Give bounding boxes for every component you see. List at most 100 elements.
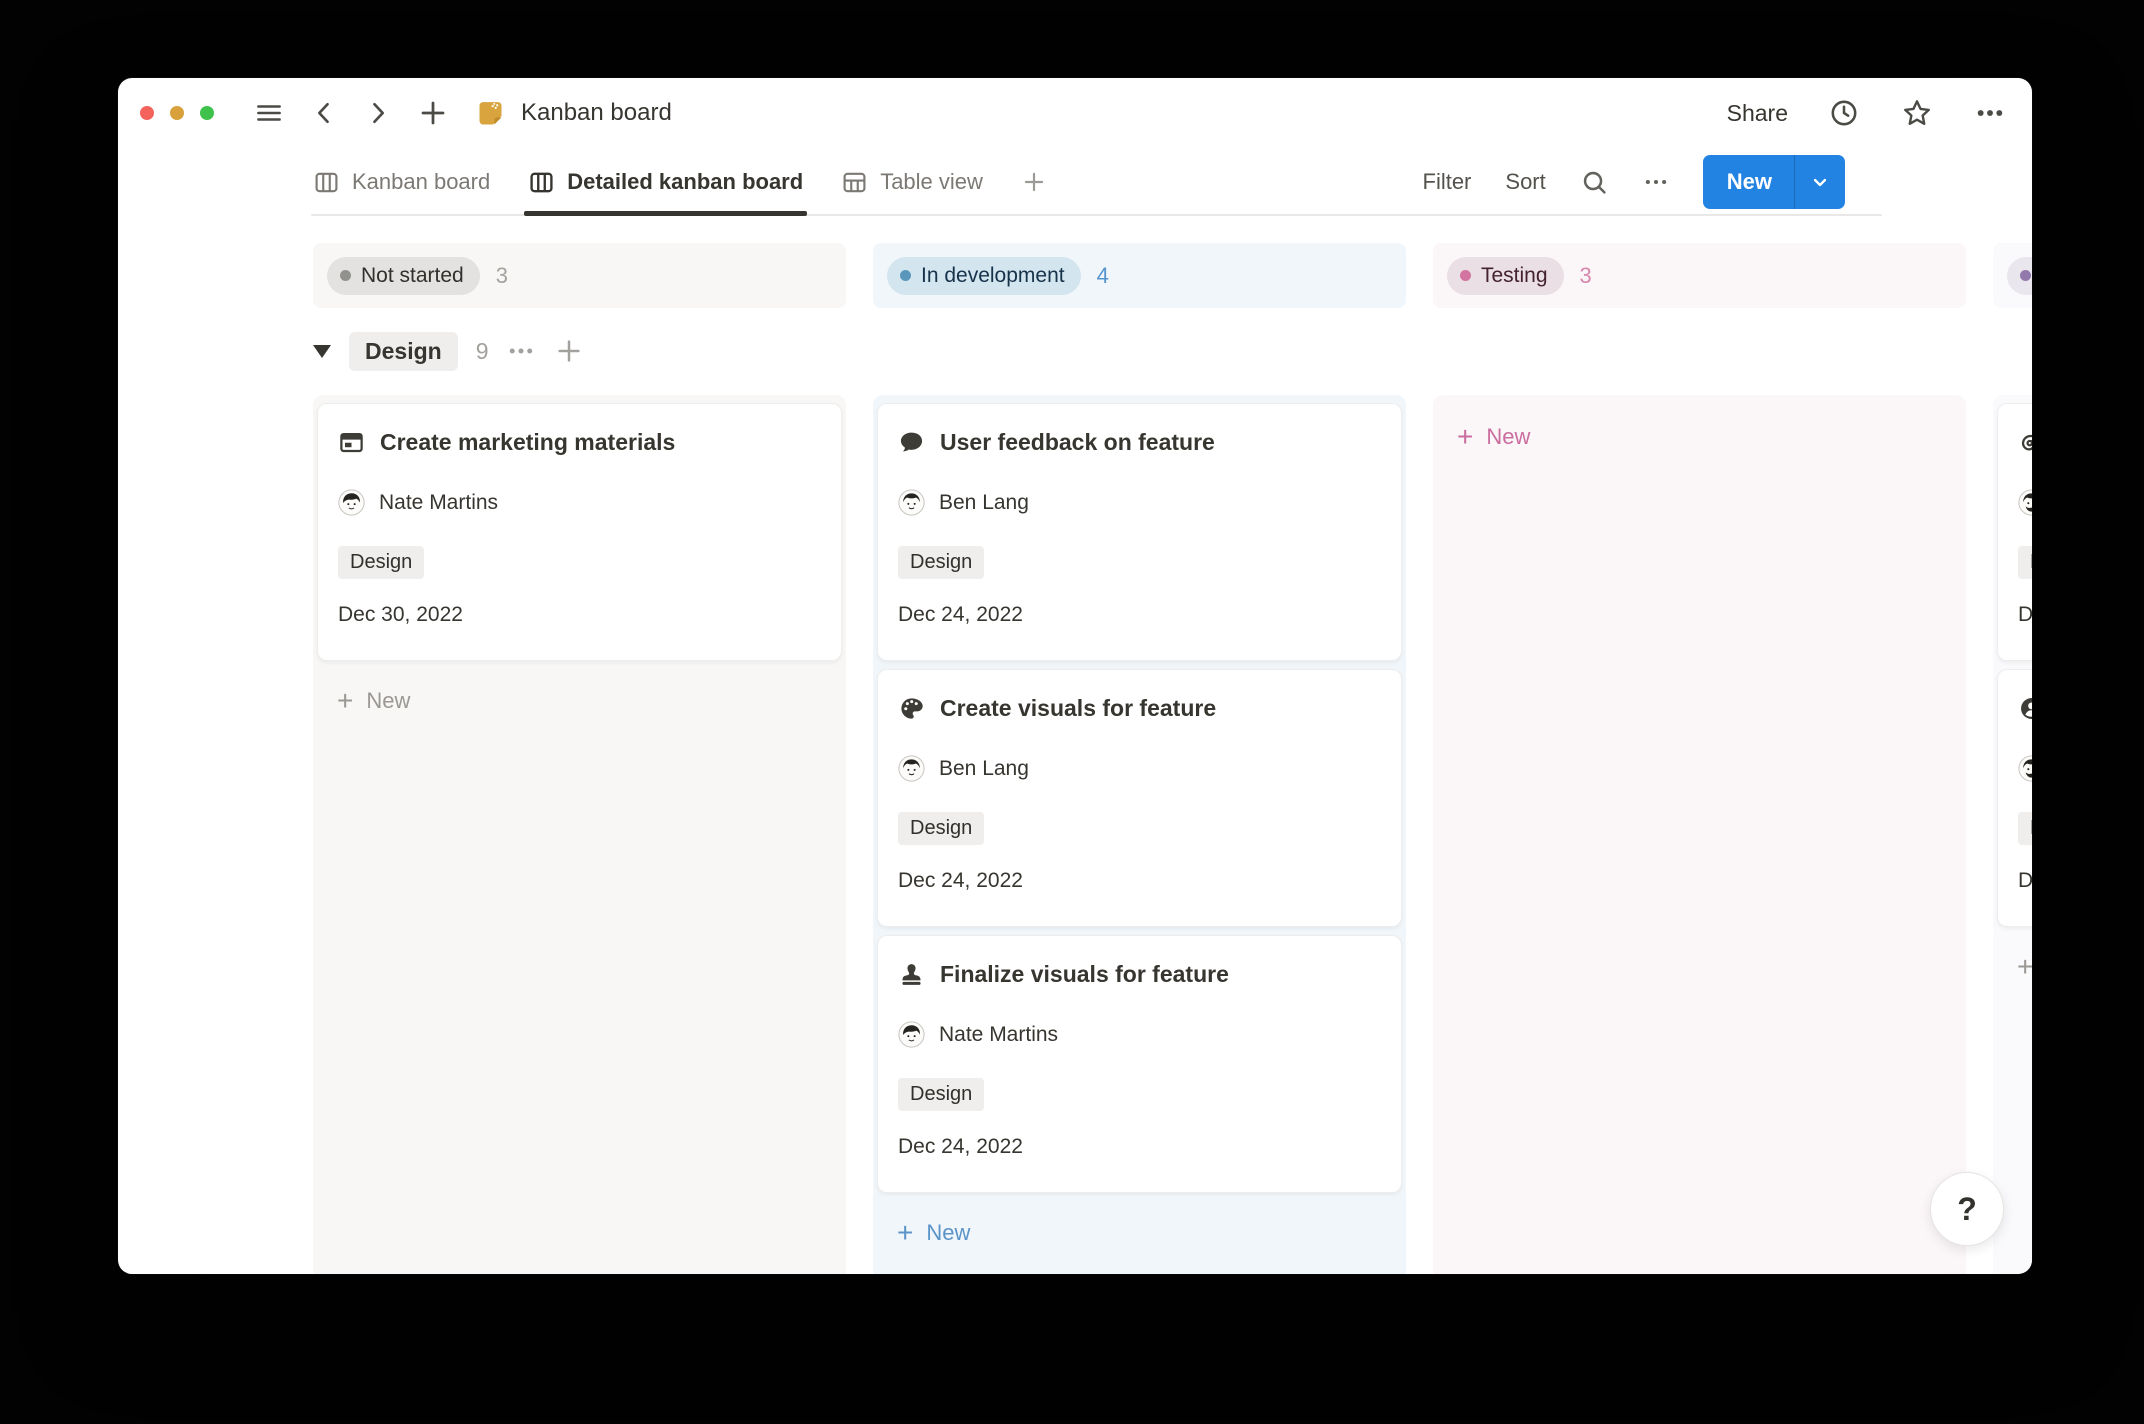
kanban-card[interactable]: Finalize visuals for feature Nate Martin… bbox=[877, 935, 1402, 1193]
kanban-card[interactable]: Design D bbox=[1997, 403, 2032, 661]
status-dot bbox=[1460, 270, 1471, 281]
card-title: User feedback on feature bbox=[940, 429, 1215, 456]
hamburger-menu-icon[interactable] bbox=[254, 98, 284, 128]
board-view-icon bbox=[313, 169, 340, 196]
titlebar-actions: Share bbox=[1727, 96, 2006, 130]
card-date: Dec 24, 2022 bbox=[898, 603, 1381, 627]
stamp-icon bbox=[898, 961, 925, 988]
status-dot bbox=[340, 270, 351, 281]
notion-window: Kanban board Share Kan bbox=[118, 78, 2032, 1274]
board-view-icon bbox=[528, 169, 555, 196]
minimize-window-button[interactable] bbox=[170, 106, 184, 120]
add-card-button[interactable]: + New bbox=[1437, 423, 1962, 451]
person-circle-icon bbox=[2018, 695, 2032, 722]
new-dropdown-button[interactable] bbox=[1794, 155, 1845, 209]
tag-design: Design bbox=[2018, 546, 2032, 579]
column-body: User feedback on feature Ben Lang Design… bbox=[873, 395, 1406, 1274]
tab-detailed-kanban-board[interactable]: Detailed kanban board bbox=[528, 148, 803, 216]
more-options-icon[interactable] bbox=[1974, 97, 2006, 129]
card-date: Dec 24, 2022 bbox=[898, 869, 1381, 893]
column-header[interactable]: In development 4 bbox=[873, 243, 1406, 308]
nate-martins-avatar bbox=[338, 489, 365, 516]
card-title: Create marketing materials bbox=[380, 429, 675, 456]
back-icon[interactable] bbox=[310, 99, 338, 127]
favorite-star-icon[interactable] bbox=[1900, 96, 1934, 130]
column-body: + New bbox=[1433, 395, 1966, 1274]
column-header[interactable]: Testing 3 bbox=[1433, 243, 1966, 308]
kanban-card[interactable]: User feedback on feature Ben Lang Design… bbox=[877, 403, 1402, 661]
column-header[interactable] bbox=[1993, 243, 2032, 308]
view-controls: Filter Sort New bbox=[1423, 155, 1846, 209]
add-card-button[interactable]: + New bbox=[317, 687, 842, 715]
card-title: Create visuals for feature bbox=[940, 695, 1216, 722]
add-view-button[interactable] bbox=[1021, 148, 1047, 216]
status-label: In development bbox=[921, 264, 1065, 288]
tag-design: Design bbox=[338, 546, 424, 579]
assignee-name: Nate Martins bbox=[379, 491, 498, 515]
tag-design: Design bbox=[898, 812, 984, 845]
palette-icon bbox=[898, 695, 925, 722]
tab-kanban-board[interactable]: Kanban board bbox=[313, 148, 490, 216]
card-date: D bbox=[2018, 869, 2032, 893]
traffic-lights bbox=[140, 106, 214, 120]
assignee-name: Nate Martins bbox=[939, 1023, 1058, 1047]
nate-martins-avatar bbox=[898, 1021, 925, 1048]
filter-button[interactable]: Filter bbox=[1423, 169, 1472, 195]
view-more-options-icon[interactable] bbox=[1643, 169, 1669, 195]
board-column-not-started: Not started 3 Create marketing materials bbox=[313, 243, 846, 1274]
sort-button[interactable]: Sort bbox=[1505, 169, 1545, 195]
kanban-page-icon bbox=[474, 97, 507, 130]
add-card-button[interactable]: + New bbox=[1997, 953, 2032, 981]
new-button[interactable]: New bbox=[1703, 155, 1794, 209]
column-count: 4 bbox=[1097, 263, 1109, 289]
help-button[interactable]: ? bbox=[1930, 1172, 2004, 1246]
card-date: D bbox=[2018, 603, 2032, 627]
page-title: Kanban board bbox=[521, 99, 672, 127]
tag-design: Design bbox=[898, 546, 984, 579]
kanban-card[interactable]: Create marketing materials Nate Martins … bbox=[317, 403, 842, 661]
close-window-button[interactable] bbox=[140, 106, 154, 120]
status-pill: Testing bbox=[1447, 257, 1564, 295]
add-card-label: New bbox=[1486, 424, 1530, 450]
board-column-clipped: Design D bbox=[1993, 243, 2032, 1274]
card-date: Dec 24, 2022 bbox=[898, 1135, 1381, 1159]
card-date: Dec 30, 2022 bbox=[338, 603, 821, 627]
history-clock-icon[interactable] bbox=[1828, 97, 1860, 129]
status-dot bbox=[2020, 270, 2031, 281]
assignee-name: Ben Lang bbox=[939, 491, 1029, 515]
tab-table-view[interactable]: Table view bbox=[841, 148, 983, 216]
column-body: Design D bbox=[1993, 395, 2032, 1274]
assignee-name: Ben Lang bbox=[939, 757, 1029, 781]
screenshot-stage: Kanban board Share Kan bbox=[0, 0, 2144, 1424]
plus-icon: + bbox=[1457, 423, 1473, 451]
plus-icon: + bbox=[897, 1219, 913, 1247]
forward-icon[interactable] bbox=[364, 99, 392, 127]
share-button[interactable]: Share bbox=[1727, 100, 1788, 127]
ben-lang-avatar bbox=[898, 489, 925, 516]
bearded-man-avatar bbox=[2018, 755, 2032, 782]
ben-lang-avatar bbox=[898, 755, 925, 782]
status-pill: In development bbox=[887, 257, 1081, 295]
view-tabbar: Kanban board Detailed kanban board Table… bbox=[118, 148, 2032, 216]
add-card-button[interactable]: + New bbox=[877, 1219, 1402, 1247]
column-count: 3 bbox=[496, 263, 508, 289]
zoom-window-button[interactable] bbox=[200, 106, 214, 120]
board-column-in-development: In development 4 User feedback on featur… bbox=[873, 243, 1406, 1274]
titlebar: Kanban board Share bbox=[118, 78, 2032, 148]
tab-label: Detailed kanban board bbox=[567, 169, 803, 195]
kanban-card[interactable]: Create visuals for feature Ben Lang Desi… bbox=[877, 669, 1402, 927]
status-pill: Not started bbox=[327, 257, 480, 295]
card-title: Finalize visuals for feature bbox=[940, 961, 1229, 988]
column-header[interactable]: Not started 3 bbox=[313, 243, 846, 308]
plus-icon: + bbox=[2017, 953, 2032, 981]
status-label: Not started bbox=[361, 264, 464, 288]
tag-design: Design bbox=[898, 1078, 984, 1111]
frame-icon bbox=[338, 429, 365, 456]
new-page-plus-icon[interactable] bbox=[418, 98, 448, 128]
search-icon[interactable] bbox=[1580, 168, 1609, 197]
tab-label: Kanban board bbox=[352, 169, 490, 195]
kanban-card[interactable]: Design D bbox=[1997, 669, 2032, 927]
column-count: 3 bbox=[1580, 263, 1592, 289]
tag-design: Design bbox=[2018, 812, 2032, 845]
swirl-icon bbox=[2018, 429, 2032, 456]
